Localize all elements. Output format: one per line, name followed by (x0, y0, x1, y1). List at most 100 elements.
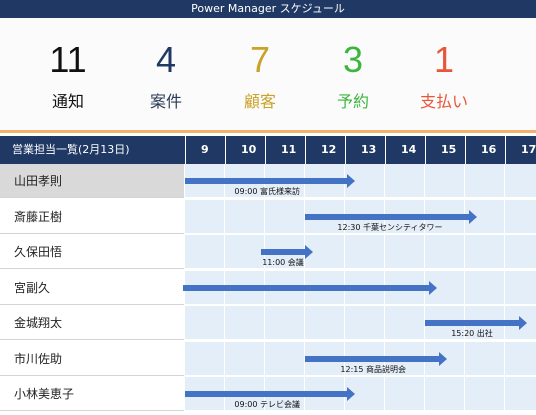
event-label: 09:00 富氏様来訪 (234, 187, 300, 196)
event-label: 12:30 千葉センシティタワー (337, 222, 443, 232)
hour-gridline (264, 341, 265, 375)
app-title: Power Manager スケジュール (191, 2, 345, 15)
hour-label: 12 (321, 143, 337, 156)
arrow-head-icon (429, 280, 437, 295)
hour-gridline (224, 235, 225, 268)
stat-cases-count: 4 (155, 39, 177, 80)
hour-label: 10 (241, 143, 257, 156)
arrow-head-icon (305, 245, 313, 259)
hour-label: 15 (441, 143, 457, 156)
hour-gridline (384, 306, 385, 339)
hour-gridline (464, 235, 465, 268)
event-label: 11:00 会議 (262, 258, 304, 267)
schedule-row[interactable]: 金城翔太 15:20 出社 (0, 306, 536, 340)
stat-clients-count: 7 (249, 39, 271, 80)
stat-payments[interactable]: 1 支払い (394, 18, 494, 130)
hour-divider (225, 136, 226, 164)
hour-label: 9 (201, 143, 209, 156)
hour-gridline (224, 341, 225, 375)
staff-name[interactable]: 金城翔太 (0, 306, 184, 340)
stat-payments-label: 支払い (419, 92, 468, 111)
staff-name[interactable]: 市川佐助 (0, 341, 184, 376)
stat-notifications-count: 11 (49, 39, 87, 80)
hour-label: 14 (401, 143, 417, 156)
stat-clients[interactable]: 7 顧客 (210, 18, 310, 130)
hour-gridline (504, 164, 505, 197)
event-bar[interactable] (425, 320, 519, 326)
row-timeline[interactable] (185, 235, 536, 269)
arrow-head-icon (347, 174, 355, 188)
hour-gridline (224, 306, 225, 339)
event-label: 09:00 テレビ会議 (234, 400, 300, 409)
arrow-head-icon (439, 351, 447, 366)
event-label: 15:20 出社 (451, 329, 493, 338)
hour-gridline (264, 199, 265, 233)
hour-label: 13 (361, 143, 377, 156)
event-bar[interactable] (261, 249, 305, 255)
hour-gridline (504, 270, 505, 304)
stat-clients-label: 顧客 (243, 92, 276, 111)
hour-gridline (344, 235, 345, 268)
hour-gridline (464, 377, 465, 410)
schedule-row[interactable]: 斎藤正樹 12:30 千葉センシティタワー (0, 199, 536, 234)
schedule-row[interactable]: 山田孝則 09:00 富氏様来訪 (0, 164, 536, 198)
accent-divider (0, 130, 536, 133)
hour-divider (505, 136, 506, 164)
hour-gridline (384, 235, 385, 268)
hour-gridline (424, 164, 425, 197)
stat-notifications[interactable]: 11 通知 (18, 18, 118, 130)
hour-gridline (504, 235, 505, 268)
hour-gridline (464, 270, 465, 304)
hour-gridline (264, 306, 265, 339)
staff-name[interactable]: 斎藤正樹 (0, 199, 184, 234)
hour-label: 11 (281, 143, 297, 156)
hour-gridline (504, 199, 505, 233)
schedule-grid: 山田孝則 09:00 富氏様来訪斎藤正樹 12:30 千葉センシティタワー久保田悟 1… (0, 164, 536, 415)
stat-payments-count: 1 (433, 39, 455, 80)
arrow-head-icon (347, 387, 355, 401)
hour-gridline (424, 235, 425, 268)
staff-name[interactable]: 宮副久 (0, 270, 184, 305)
app-title-bar: Power Manager スケジュール (0, 0, 536, 18)
hour-gridline (424, 377, 425, 410)
hour-gridline (224, 199, 225, 233)
hour-gridline (464, 164, 465, 197)
event-bar[interactable] (185, 178, 347, 184)
schedule-header: 営業担当一覧(2月13日) 9 10 11 12 13 14 15 16 17 (0, 136, 536, 164)
hour-label: 17 (521, 143, 536, 156)
schedule-row[interactable]: 久保田悟 11:00 会議 (0, 235, 536, 269)
hour-divider (345, 136, 346, 164)
schedule-title: 営業担当一覧(2月13日) (12, 143, 130, 156)
stat-cases-label: 案件 (149, 92, 182, 111)
summary-panel: 11 通知 4 案件 7 顧客 3 予約 1 支払い (0, 18, 536, 130)
stat-reservations-label: 予約 (336, 92, 369, 111)
hour-gridline (504, 341, 505, 375)
staff-name[interactable]: 小林美恵子 (0, 377, 184, 411)
event-bar[interactable] (305, 355, 439, 362)
hour-gridline (384, 164, 385, 197)
event-bar[interactable] (183, 284, 429, 291)
hour-label: 16 (481, 143, 497, 156)
event-bar[interactable] (185, 391, 347, 397)
arrow-head-icon (469, 209, 477, 224)
hour-gridline (384, 377, 385, 410)
schedule-row[interactable]: 小林美恵子 09:00 テレビ会議 (0, 377, 536, 411)
stat-reservations[interactable]: 3 予約 (303, 18, 403, 130)
event-bar[interactable] (305, 213, 469, 220)
hour-divider (185, 136, 186, 164)
hour-gridline (464, 341, 465, 375)
staff-name[interactable]: 久保田悟 (0, 235, 184, 269)
stat-cases[interactable]: 4 案件 (116, 18, 216, 130)
schedule-row[interactable]: 宮副久 (0, 270, 536, 305)
staff-name[interactable]: 山田孝則 (0, 164, 184, 198)
schedule-row[interactable]: 市川佐助 12:15 商品説明会 (0, 341, 536, 376)
stat-notifications-label: 通知 (51, 92, 84, 111)
event-label: 12:15 商品説明会 (340, 364, 406, 374)
hour-divider (305, 136, 306, 164)
hour-divider (265, 136, 266, 164)
hour-divider (385, 136, 386, 164)
hour-gridline (304, 306, 305, 339)
stat-reservations-count: 3 (342, 39, 364, 80)
hour-divider (465, 136, 466, 164)
hour-gridline (344, 306, 345, 339)
